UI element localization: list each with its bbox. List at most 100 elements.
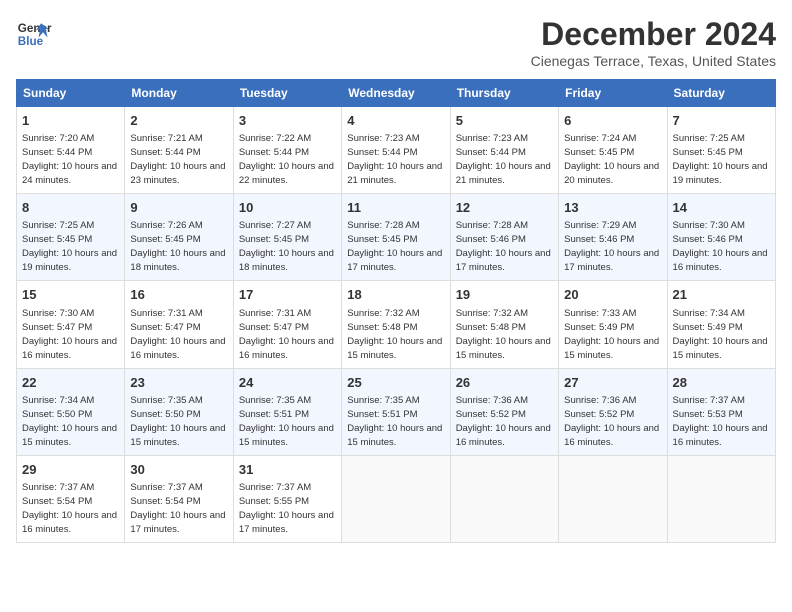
calendar-header: SundayMondayTuesdayWednesdayThursdayFrid… — [17, 80, 776, 107]
day-number: 18 — [347, 286, 444, 304]
day-number: 9 — [130, 199, 227, 217]
calendar-cell: 3 Sunrise: 7:22 AMSunset: 5:44 PMDayligh… — [233, 107, 341, 194]
logo-icon: General Blue — [16, 16, 52, 52]
calendar-week-1: 1 Sunrise: 7:20 AMSunset: 5:44 PMDayligh… — [17, 107, 776, 194]
day-info: Sunrise: 7:37 AMSunset: 5:54 PMDaylight:… — [22, 482, 117, 535]
day-info: Sunrise: 7:23 AMSunset: 5:44 PMDaylight:… — [347, 133, 442, 186]
day-info: Sunrise: 7:32 AMSunset: 5:48 PMDaylight:… — [456, 308, 551, 361]
calendar-cell: 27 Sunrise: 7:36 AMSunset: 5:52 PMDaylig… — [559, 368, 667, 455]
title-block: December 2024 Cienegas Terrace, Texas, U… — [531, 16, 776, 69]
calendar-cell: 10 Sunrise: 7:27 AMSunset: 5:45 PMDaylig… — [233, 194, 341, 281]
day-info: Sunrise: 7:35 AMSunset: 5:51 PMDaylight:… — [239, 395, 334, 448]
day-number: 22 — [22, 374, 119, 392]
day-info: Sunrise: 7:21 AMSunset: 5:44 PMDaylight:… — [130, 133, 225, 186]
calendar-week-2: 8 Sunrise: 7:25 AMSunset: 5:45 PMDayligh… — [17, 194, 776, 281]
calendar-cell: 13 Sunrise: 7:29 AMSunset: 5:46 PMDaylig… — [559, 194, 667, 281]
day-number: 15 — [22, 286, 119, 304]
day-info: Sunrise: 7:27 AMSunset: 5:45 PMDaylight:… — [239, 220, 334, 273]
calendar-cell: 22 Sunrise: 7:34 AMSunset: 5:50 PMDaylig… — [17, 368, 125, 455]
col-header-tuesday: Tuesday — [233, 80, 341, 107]
day-number: 4 — [347, 112, 444, 130]
day-number: 28 — [673, 374, 770, 392]
day-info: Sunrise: 7:26 AMSunset: 5:45 PMDaylight:… — [130, 220, 225, 273]
calendar-cell: 24 Sunrise: 7:35 AMSunset: 5:51 PMDaylig… — [233, 368, 341, 455]
day-info: Sunrise: 7:35 AMSunset: 5:51 PMDaylight:… — [347, 395, 442, 448]
day-info: Sunrise: 7:33 AMSunset: 5:49 PMDaylight:… — [564, 308, 659, 361]
location: Cienegas Terrace, Texas, United States — [531, 53, 776, 69]
day-number: 5 — [456, 112, 553, 130]
calendar-cell: 6 Sunrise: 7:24 AMSunset: 5:45 PMDayligh… — [559, 107, 667, 194]
calendar-cell: 19 Sunrise: 7:32 AMSunset: 5:48 PMDaylig… — [450, 281, 558, 368]
svg-text:Blue: Blue — [18, 35, 44, 48]
calendar-cell: 14 Sunrise: 7:30 AMSunset: 5:46 PMDaylig… — [667, 194, 775, 281]
calendar-cell: 25 Sunrise: 7:35 AMSunset: 5:51 PMDaylig… — [342, 368, 450, 455]
day-info: Sunrise: 7:32 AMSunset: 5:48 PMDaylight:… — [347, 308, 442, 361]
day-number: 13 — [564, 199, 661, 217]
col-header-monday: Monday — [125, 80, 233, 107]
col-header-saturday: Saturday — [667, 80, 775, 107]
day-info: Sunrise: 7:34 AMSunset: 5:49 PMDaylight:… — [673, 308, 768, 361]
month-title: December 2024 — [531, 16, 776, 53]
day-number: 1 — [22, 112, 119, 130]
day-number: 29 — [22, 461, 119, 479]
day-info: Sunrise: 7:30 AMSunset: 5:47 PMDaylight:… — [22, 308, 117, 361]
day-info: Sunrise: 7:22 AMSunset: 5:44 PMDaylight:… — [239, 133, 334, 186]
calendar-cell: 1 Sunrise: 7:20 AMSunset: 5:44 PMDayligh… — [17, 107, 125, 194]
calendar-cell: 18 Sunrise: 7:32 AMSunset: 5:48 PMDaylig… — [342, 281, 450, 368]
day-info: Sunrise: 7:37 AMSunset: 5:55 PMDaylight:… — [239, 482, 334, 535]
col-header-wednesday: Wednesday — [342, 80, 450, 107]
calendar-cell: 29 Sunrise: 7:37 AMSunset: 5:54 PMDaylig… — [17, 455, 125, 542]
day-number: 26 — [456, 374, 553, 392]
day-number: 24 — [239, 374, 336, 392]
col-header-friday: Friday — [559, 80, 667, 107]
day-info: Sunrise: 7:20 AMSunset: 5:44 PMDaylight:… — [22, 133, 117, 186]
day-info: Sunrise: 7:23 AMSunset: 5:44 PMDaylight:… — [456, 133, 551, 186]
calendar-cell — [450, 455, 558, 542]
day-info: Sunrise: 7:28 AMSunset: 5:45 PMDaylight:… — [347, 220, 442, 273]
calendar-cell: 30 Sunrise: 7:37 AMSunset: 5:54 PMDaylig… — [125, 455, 233, 542]
day-number: 14 — [673, 199, 770, 217]
calendar-cell: 28 Sunrise: 7:37 AMSunset: 5:53 PMDaylig… — [667, 368, 775, 455]
day-number: 27 — [564, 374, 661, 392]
day-number: 7 — [673, 112, 770, 130]
day-number: 23 — [130, 374, 227, 392]
day-info: Sunrise: 7:28 AMSunset: 5:46 PMDaylight:… — [456, 220, 551, 273]
page-header: General Blue December 2024 Cienegas Terr… — [16, 16, 776, 69]
day-number: 10 — [239, 199, 336, 217]
calendar-cell: 20 Sunrise: 7:33 AMSunset: 5:49 PMDaylig… — [559, 281, 667, 368]
day-info: Sunrise: 7:25 AMSunset: 5:45 PMDaylight:… — [22, 220, 117, 273]
calendar-week-3: 15 Sunrise: 7:30 AMSunset: 5:47 PMDaylig… — [17, 281, 776, 368]
logo: General Blue — [16, 16, 52, 52]
calendar-cell: 26 Sunrise: 7:36 AMSunset: 5:52 PMDaylig… — [450, 368, 558, 455]
day-info: Sunrise: 7:31 AMSunset: 5:47 PMDaylight:… — [239, 308, 334, 361]
calendar-cell: 4 Sunrise: 7:23 AMSunset: 5:44 PMDayligh… — [342, 107, 450, 194]
day-info: Sunrise: 7:24 AMSunset: 5:45 PMDaylight:… — [564, 133, 659, 186]
day-number: 30 — [130, 461, 227, 479]
calendar-cell: 8 Sunrise: 7:25 AMSunset: 5:45 PMDayligh… — [17, 194, 125, 281]
day-number: 2 — [130, 112, 227, 130]
day-number: 19 — [456, 286, 553, 304]
calendar-cell: 12 Sunrise: 7:28 AMSunset: 5:46 PMDaylig… — [450, 194, 558, 281]
calendar-cell: 31 Sunrise: 7:37 AMSunset: 5:55 PMDaylig… — [233, 455, 341, 542]
calendar-cell: 5 Sunrise: 7:23 AMSunset: 5:44 PMDayligh… — [450, 107, 558, 194]
day-number: 17 — [239, 286, 336, 304]
calendar-cell — [342, 455, 450, 542]
day-number: 8 — [22, 199, 119, 217]
day-info: Sunrise: 7:37 AMSunset: 5:53 PMDaylight:… — [673, 395, 768, 448]
day-number: 11 — [347, 199, 444, 217]
day-info: Sunrise: 7:36 AMSunset: 5:52 PMDaylight:… — [456, 395, 551, 448]
calendar-cell: 11 Sunrise: 7:28 AMSunset: 5:45 PMDaylig… — [342, 194, 450, 281]
day-number: 21 — [673, 286, 770, 304]
calendar-cell: 9 Sunrise: 7:26 AMSunset: 5:45 PMDayligh… — [125, 194, 233, 281]
day-info: Sunrise: 7:37 AMSunset: 5:54 PMDaylight:… — [130, 482, 225, 535]
calendar-week-5: 29 Sunrise: 7:37 AMSunset: 5:54 PMDaylig… — [17, 455, 776, 542]
day-info: Sunrise: 7:36 AMSunset: 5:52 PMDaylight:… — [564, 395, 659, 448]
calendar-cell: 21 Sunrise: 7:34 AMSunset: 5:49 PMDaylig… — [667, 281, 775, 368]
calendar-cell — [667, 455, 775, 542]
day-info: Sunrise: 7:29 AMSunset: 5:46 PMDaylight:… — [564, 220, 659, 273]
calendar-cell: 2 Sunrise: 7:21 AMSunset: 5:44 PMDayligh… — [125, 107, 233, 194]
calendar-week-4: 22 Sunrise: 7:34 AMSunset: 5:50 PMDaylig… — [17, 368, 776, 455]
day-number: 31 — [239, 461, 336, 479]
day-info: Sunrise: 7:35 AMSunset: 5:50 PMDaylight:… — [130, 395, 225, 448]
calendar-cell — [559, 455, 667, 542]
